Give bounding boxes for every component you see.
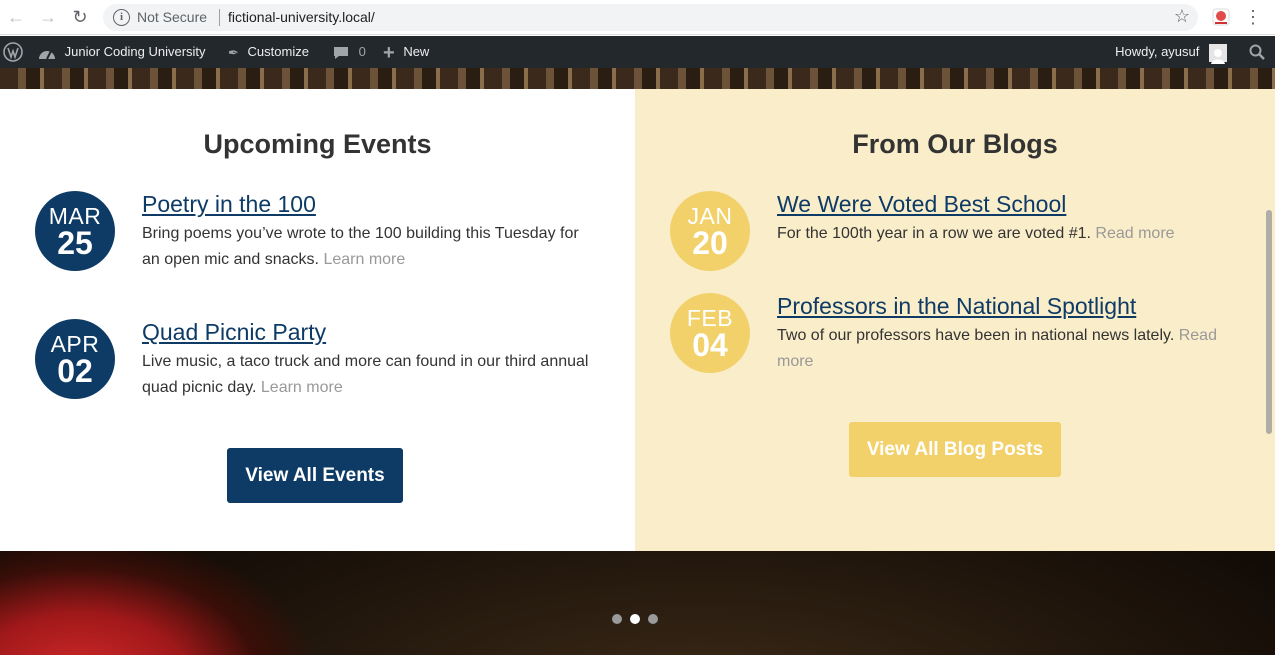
blog-title-link[interactable]: Professors in the National Spotlight bbox=[777, 293, 1136, 320]
hero-image-strip bbox=[0, 68, 1275, 89]
brush-icon: ✒ bbox=[228, 44, 239, 60]
learn-more-link[interactable]: Learn more bbox=[323, 251, 405, 268]
user-silhouette-icon bbox=[1211, 48, 1225, 64]
learn-more-link[interactable]: Learn more bbox=[261, 379, 343, 396]
site-name: Junior Coding University bbox=[64, 44, 206, 59]
blog-month: JAN bbox=[687, 203, 733, 229]
comment-bubble-icon bbox=[334, 46, 348, 59]
event-date-badge[interactable]: APR 02 bbox=[35, 319, 115, 399]
forward-arrow-icon[interactable]: → bbox=[37, 6, 59, 28]
back-arrow-icon[interactable]: ← bbox=[5, 6, 27, 28]
search-icon[interactable] bbox=[1249, 36, 1267, 68]
slider-dot[interactable] bbox=[648, 614, 658, 624]
blog-title-link[interactable]: We Were Voted Best School bbox=[777, 191, 1066, 218]
blog-day: 20 bbox=[692, 225, 728, 261]
view-all-events-button[interactable]: View All Events bbox=[227, 448, 403, 503]
avatar bbox=[1209, 43, 1227, 64]
blog-month: FEB bbox=[686, 305, 734, 331]
dashboard-icon bbox=[39, 50, 55, 60]
url-text[interactable]: fictional-university.local/ bbox=[228, 9, 375, 25]
comments-link[interactable]: 0 bbox=[333, 36, 366, 68]
site-name-link[interactable]: Junior Coding University bbox=[38, 36, 206, 68]
page-scrollbar[interactable] bbox=[1266, 210, 1272, 434]
new-content-link[interactable]: + New bbox=[383, 36, 429, 68]
events-section: Upcoming Events MAR 25 Poetry in the 100… bbox=[0, 89, 635, 551]
blog-excerpt: Two of our professors have been in natio… bbox=[777, 323, 1232, 375]
customize-link[interactable]: ✒ Customize bbox=[228, 36, 309, 68]
hero-slider bbox=[0, 551, 1275, 655]
slider-dot-active[interactable] bbox=[630, 614, 640, 624]
howdy-text: Howdy, ayusuf bbox=[1115, 44, 1200, 59]
event-date-badge[interactable]: MAR 25 bbox=[35, 191, 115, 271]
wp-admin-bar: Junior Coding University ✒ Customize 0 +… bbox=[0, 36, 1275, 68]
plus-icon: + bbox=[383, 41, 395, 64]
browser-toolbar: ← → ↻ i Not Secure fictional-university.… bbox=[0, 0, 1275, 35]
blog-date-badge[interactable]: FEB 04 bbox=[670, 293, 750, 373]
blog-excerpt-text: For the 100th year in a row we are voted… bbox=[777, 225, 1091, 242]
new-label: New bbox=[403, 44, 430, 59]
event-excerpt: Bring poems you’ve wrote to the 100 buil… bbox=[142, 221, 597, 273]
my-account-link[interactable]: Howdy, ayusuf bbox=[1115, 36, 1227, 68]
event-day: 25 bbox=[57, 225, 93, 261]
read-more-link[interactable]: Read more bbox=[1095, 225, 1174, 242]
event-title-link[interactable]: Poetry in the 100 bbox=[142, 191, 316, 218]
blog-day: 04 bbox=[692, 327, 728, 363]
blog-excerpt-text: Two of our professors have been in natio… bbox=[777, 327, 1175, 344]
customize-label: Customize bbox=[247, 44, 309, 59]
event-month: MAR bbox=[48, 203, 102, 229]
blog-date-badge[interactable]: JAN 20 bbox=[670, 191, 750, 271]
blog-excerpt: For the 100th year in a row we are voted… bbox=[777, 221, 1232, 247]
omnibox-divider bbox=[219, 9, 220, 26]
event-excerpt-text: Live music, a taco truck and more can fo… bbox=[142, 353, 589, 396]
blogs-section: From Our Blogs JAN 20 We Were Voted Best… bbox=[635, 89, 1275, 551]
event-month: APR bbox=[50, 331, 100, 357]
slider-dot[interactable] bbox=[612, 614, 622, 624]
extension-icon[interactable] bbox=[1210, 6, 1232, 28]
events-heading: Upcoming Events bbox=[203, 129, 432, 159]
address-bar[interactable]: i Not Secure fictional-university.local/… bbox=[103, 4, 1198, 31]
wordpress-logo-icon[interactable] bbox=[3, 36, 23, 68]
reload-icon[interactable]: ↻ bbox=[69, 6, 91, 28]
view-all-blog-posts-button[interactable]: View All Blog Posts bbox=[849, 422, 1061, 477]
event-title-link[interactable]: Quad Picnic Party bbox=[142, 319, 326, 346]
bookmark-star-icon[interactable]: ☆ bbox=[1174, 6, 1190, 27]
info-icon[interactable]: i bbox=[113, 9, 130, 26]
comments-count: 0 bbox=[358, 44, 366, 59]
event-day: 02 bbox=[57, 353, 93, 389]
browser-menu-icon[interactable]: ⋮ bbox=[1244, 6, 1262, 28]
blogs-heading: From Our Blogs bbox=[852, 129, 1058, 159]
event-excerpt: Live music, a taco truck and more can fo… bbox=[142, 349, 597, 401]
security-label[interactable]: Not Secure bbox=[137, 9, 207, 25]
